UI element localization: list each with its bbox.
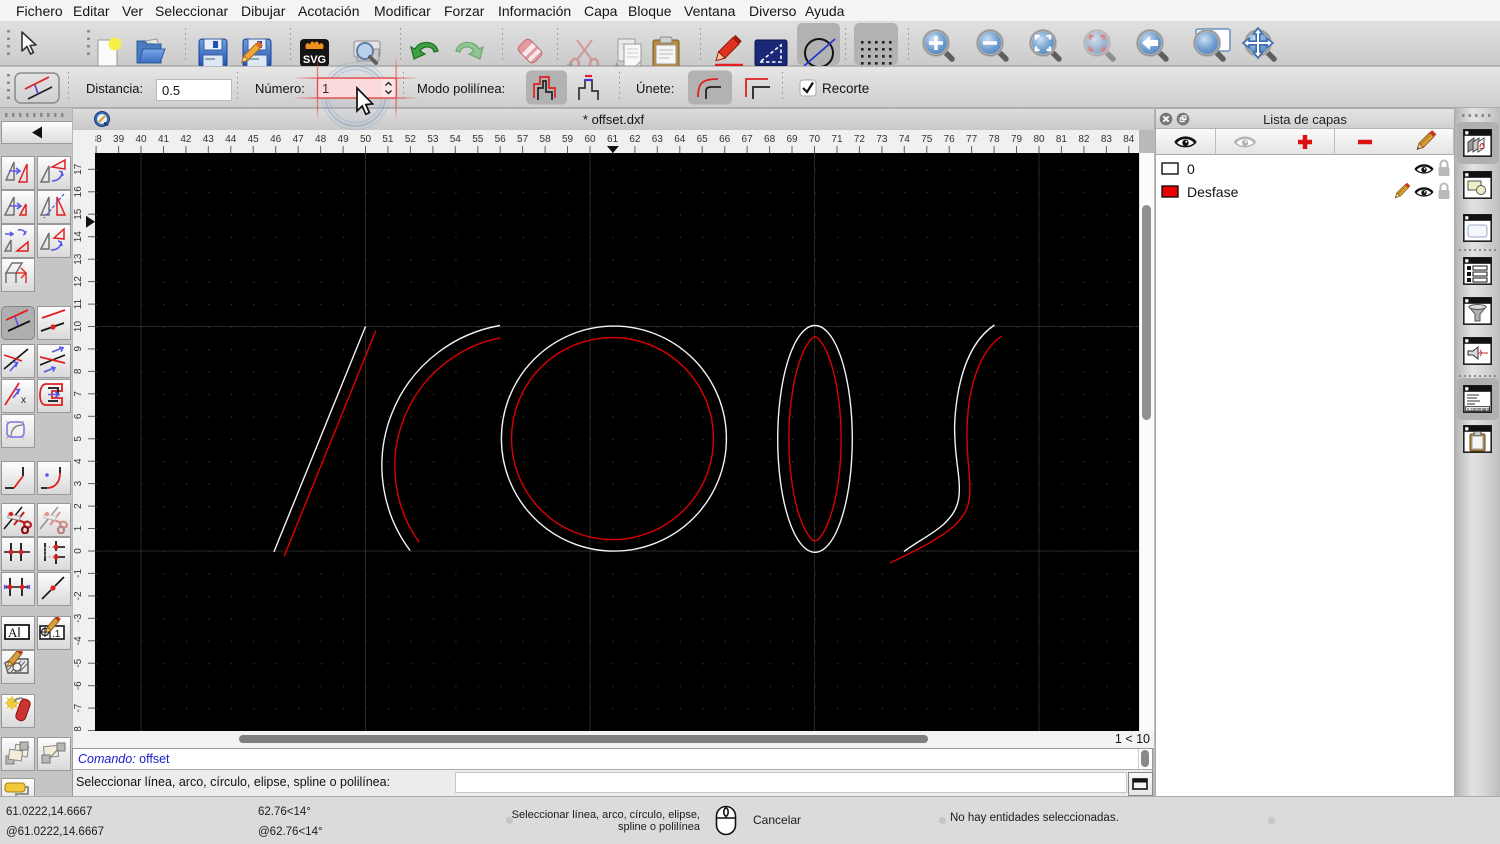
svg-text:64: 64 bbox=[674, 134, 686, 145]
svg-text:13: 13 bbox=[73, 253, 84, 265]
svg-text:39: 39 bbox=[113, 134, 125, 145]
svg-text:-1: -1 bbox=[73, 569, 84, 578]
svg-text:12: 12 bbox=[73, 276, 84, 288]
svg-text:Recorte: Recorte bbox=[822, 81, 869, 96]
svg-text:43: 43 bbox=[203, 134, 215, 145]
svg-text:2: 2 bbox=[73, 503, 84, 509]
svg-text:4: 4 bbox=[73, 458, 84, 464]
svg-text:1: 1 bbox=[73, 525, 84, 531]
svg-text:0: 0 bbox=[1187, 161, 1195, 177]
svg-text:c command: c command bbox=[1467, 406, 1491, 411]
svg-text:66: 66 bbox=[719, 134, 731, 145]
svg-text:.1: .1 bbox=[52, 629, 61, 640]
svg-text:5: 5 bbox=[73, 436, 84, 442]
svg-text:45: 45 bbox=[248, 134, 260, 145]
svg-text:11: 11 bbox=[73, 298, 84, 309]
svg-text:A: A bbox=[8, 625, 18, 640]
svg-text:6: 6 bbox=[73, 413, 84, 419]
svg-text:80: 80 bbox=[1033, 134, 1045, 145]
svg-text:62: 62 bbox=[629, 134, 641, 145]
svg-text:42: 42 bbox=[180, 134, 192, 145]
svg-text:15: 15 bbox=[73, 208, 84, 220]
svg-text:74: 74 bbox=[899, 134, 911, 145]
svg-text:57: 57 bbox=[517, 134, 529, 145]
svg-text:79: 79 bbox=[1011, 134, 1023, 145]
svg-text:3: 3 bbox=[73, 480, 84, 486]
svg-text:60: 60 bbox=[584, 134, 596, 145]
svg-text:61: 61 bbox=[607, 134, 619, 145]
svg-text:77: 77 bbox=[966, 134, 978, 145]
svg-text:Desfase: Desfase bbox=[1187, 184, 1239, 200]
svg-text:14: 14 bbox=[73, 231, 84, 243]
svg-text:+: + bbox=[613, 58, 621, 66]
svg-text:41: 41 bbox=[158, 134, 170, 145]
svg-text:76: 76 bbox=[944, 134, 956, 145]
svg-text:83: 83 bbox=[1101, 134, 1113, 145]
svg-text:69: 69 bbox=[786, 134, 798, 145]
svg-text:9: 9 bbox=[73, 346, 84, 352]
svg-text:75: 75 bbox=[921, 134, 933, 145]
svg-text:70: 70 bbox=[809, 134, 821, 145]
svg-text:81: 81 bbox=[1056, 134, 1068, 145]
svg-text:-7: -7 bbox=[73, 703, 84, 712]
svg-text:63: 63 bbox=[652, 134, 664, 145]
svg-text:10: 10 bbox=[73, 321, 84, 333]
svg-text:38: 38 bbox=[95, 134, 102, 145]
svg-text:59: 59 bbox=[562, 134, 574, 145]
svg-text:58: 58 bbox=[540, 134, 552, 145]
svg-text:78: 78 bbox=[989, 134, 1001, 145]
svg-text:68: 68 bbox=[764, 134, 776, 145]
svg-text:-6: -6 bbox=[73, 681, 84, 690]
svg-text:73: 73 bbox=[876, 134, 888, 145]
svg-text:16: 16 bbox=[73, 186, 84, 198]
svg-text:40: 40 bbox=[135, 134, 147, 145]
svg-text:65: 65 bbox=[697, 134, 709, 145]
svg-text:7: 7 bbox=[73, 391, 84, 397]
svg-text:0: 0 bbox=[73, 548, 84, 554]
svg-text:-5: -5 bbox=[73, 658, 84, 667]
svg-text:71: 71 bbox=[831, 134, 843, 145]
svg-text:72: 72 bbox=[854, 134, 866, 145]
svg-text:x: x bbox=[21, 395, 26, 406]
svg-text:44: 44 bbox=[225, 134, 237, 145]
svg-text:67: 67 bbox=[742, 134, 754, 145]
svg-text:-3: -3 bbox=[73, 613, 84, 622]
svg-text:1: 1 bbox=[322, 81, 329, 96]
svg-text:8: 8 bbox=[73, 368, 84, 374]
svg-text:+: + bbox=[566, 57, 574, 66]
svg-text:17: 17 bbox=[73, 163, 84, 175]
svg-text:82: 82 bbox=[1078, 134, 1090, 145]
svg-text:-2: -2 bbox=[73, 591, 84, 600]
svg-text:-4: -4 bbox=[73, 636, 84, 645]
svg-text:84: 84 bbox=[1123, 134, 1135, 145]
